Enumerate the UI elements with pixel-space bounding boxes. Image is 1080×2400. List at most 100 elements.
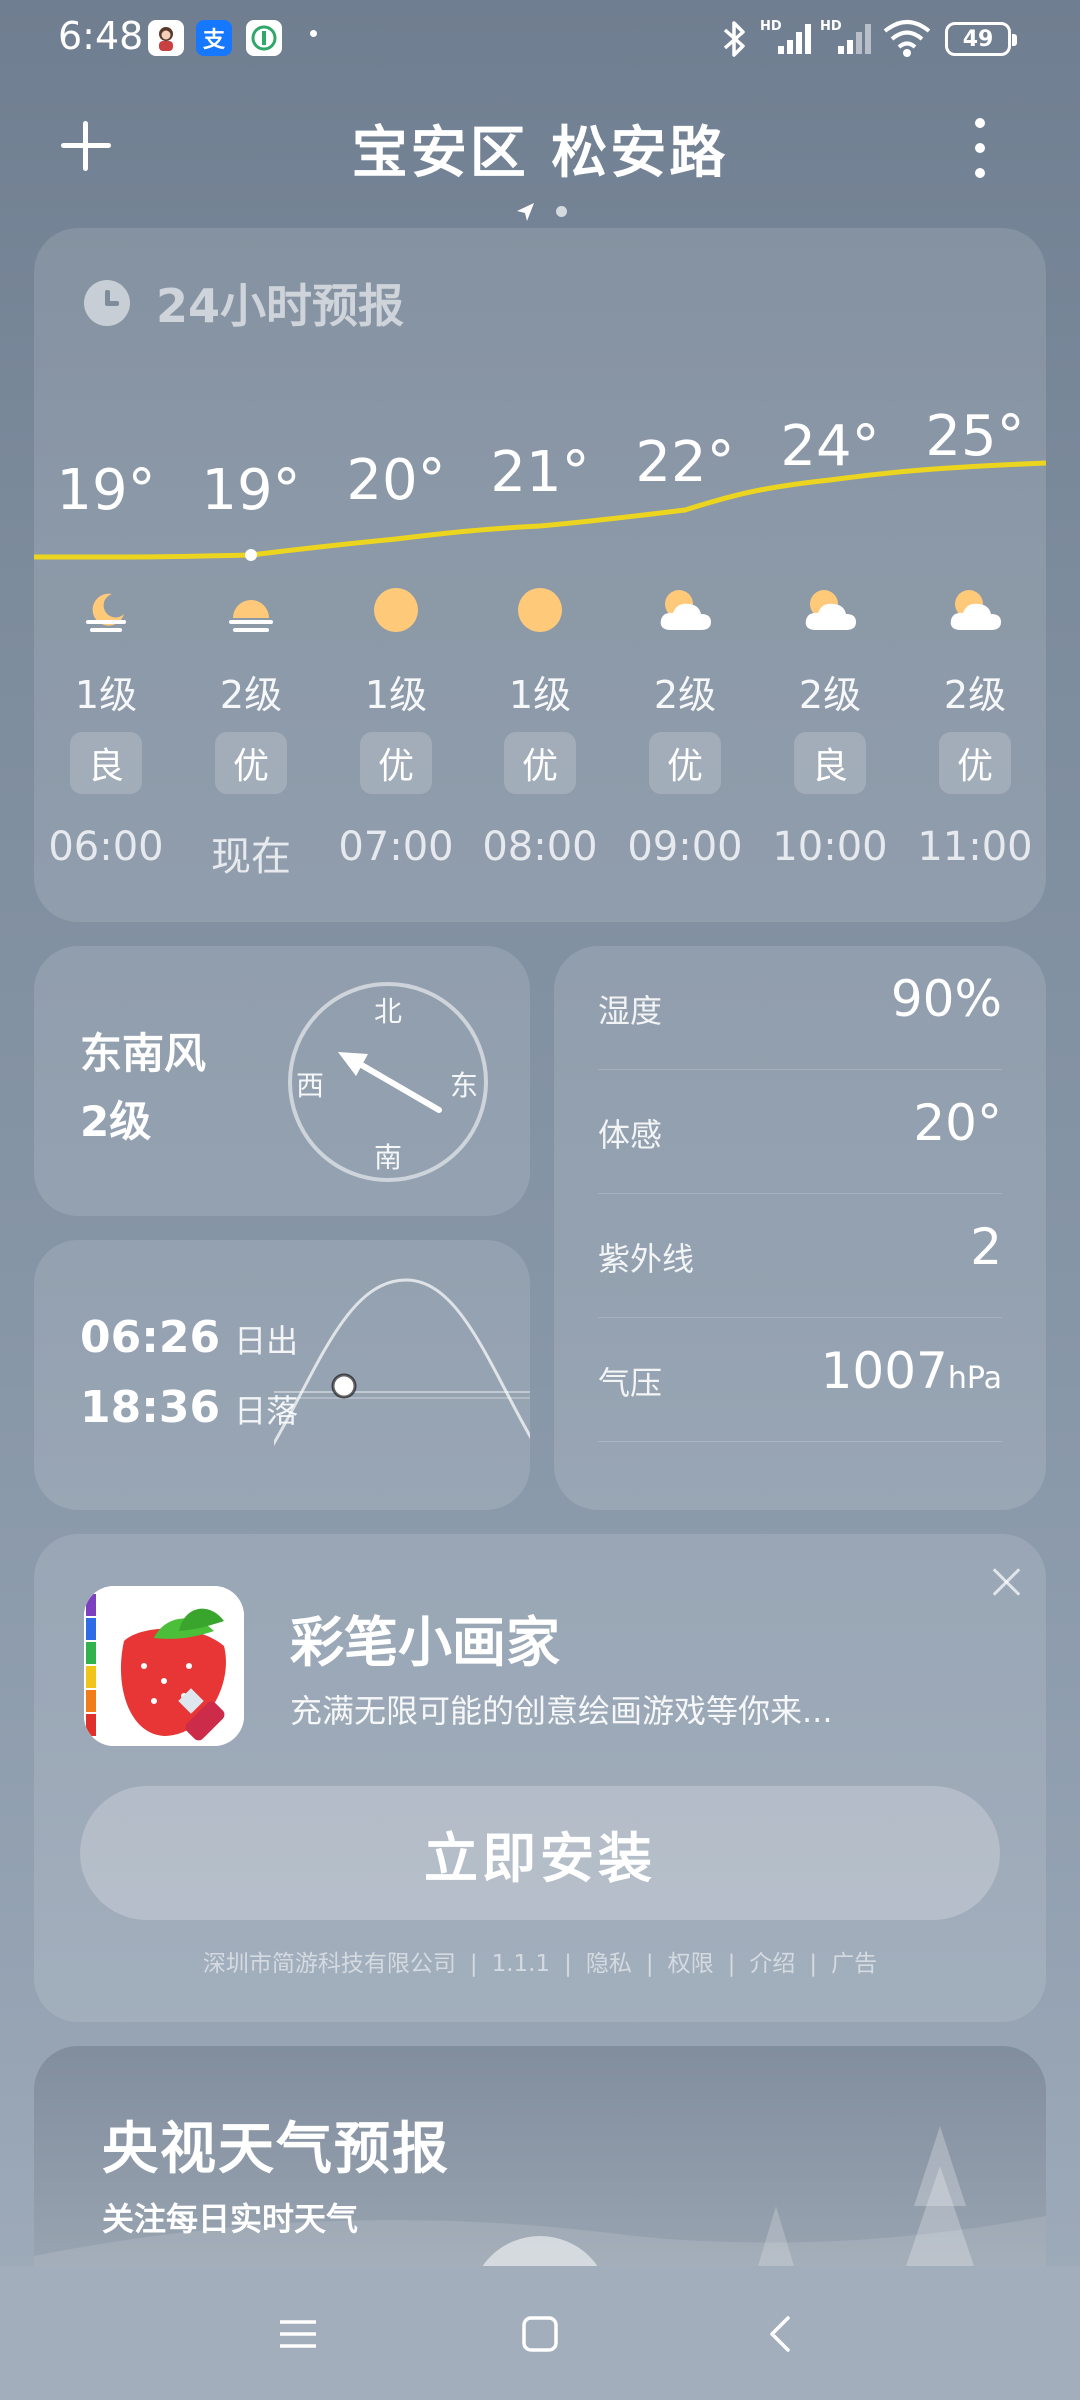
ad-card[interactable]: 彩笔小画家 充满无限可能的创意绘画游戏等你来... 立即安装 深圳市简游科技有限… xyxy=(34,1534,1046,2022)
hour-wind-level: 2级 xyxy=(653,673,717,717)
humidity-value: 90% xyxy=(890,970,1002,1028)
hour-temperature: 25° xyxy=(925,404,1025,469)
hour-aqi-badge: 优 xyxy=(649,732,721,794)
home-icon[interactable] xyxy=(510,2304,570,2364)
hour-temperature: 19° xyxy=(56,458,156,523)
hour-time-label: 08:00 xyxy=(482,824,598,870)
sun-arc xyxy=(274,1278,530,1447)
sunrise-time: 06:26 xyxy=(80,1312,221,1363)
partly-cloudy-icon xyxy=(655,580,715,640)
ad-footer: 深圳市简游科技有限公司 | 1.1.1 | 隐私 | 权限 | 介绍 | 广告 xyxy=(202,1951,878,1977)
feels-like-row: 体感 20° xyxy=(598,1070,1002,1194)
wind-card[interactable]: 东南风 2级 北 南 西 东 xyxy=(34,946,530,1216)
menu-icon[interactable] xyxy=(268,2304,328,2364)
hour-temperature: 22° xyxy=(635,430,735,495)
uv-value: 2 xyxy=(970,1218,1002,1276)
page-indicator xyxy=(514,200,574,224)
location-arrow-icon xyxy=(517,203,534,221)
wifi-icon xyxy=(883,20,931,57)
hour-temperature: 20° xyxy=(346,448,446,513)
hour-wind-level: 1级 xyxy=(74,673,138,717)
feels-like-label: 体感 xyxy=(598,1116,663,1154)
weather-details-card[interactable]: 湿度 90% 体感 20° 紫外线 2 气压 1007hPa xyxy=(554,946,1046,1510)
hour-aqi-badge: 良 xyxy=(70,732,142,794)
sun-icon xyxy=(366,580,426,640)
hour-temperature: 21° xyxy=(490,440,590,505)
hour-temperature: 19° xyxy=(201,458,301,523)
sun-position-icon xyxy=(331,1373,357,1399)
ad-privacy-link[interactable]: 隐私 xyxy=(586,1951,632,1977)
pressure-value: 1007hPa xyxy=(821,1342,1002,1400)
sunset-time: 18:36 xyxy=(80,1382,221,1433)
back-icon[interactable] xyxy=(752,2304,812,2364)
status-time: 6:48 xyxy=(58,14,144,58)
ad-company: 深圳市简游科技有限公司 xyxy=(202,1951,456,1977)
app-icon xyxy=(246,20,282,56)
compass-east: 东 xyxy=(450,1069,479,1102)
uv-row: 紫外线 2 xyxy=(598,1194,1002,1318)
hour-wind-level: 2级 xyxy=(943,673,1007,717)
compass-west: 西 xyxy=(296,1069,325,1102)
hd-signal-icon: HD xyxy=(820,19,871,54)
hour-aqi-badge: 优 xyxy=(215,732,287,794)
ad-description: 充满无限可能的创意绘画游戏等你来... xyxy=(290,1692,833,1730)
humidity-row: 湿度 90% xyxy=(598,946,1002,1070)
more-options-button[interactable] xyxy=(960,118,1000,178)
svg-text:HD: HD xyxy=(760,19,782,34)
hour-time-label: 06:00 xyxy=(48,824,164,870)
cctv-title: 央视天气预报 xyxy=(102,2117,450,2182)
ad-title: 彩笔小画家 xyxy=(290,1611,560,1674)
svg-text:HD: HD xyxy=(820,19,842,34)
sunrise-icon xyxy=(221,580,281,640)
wind-level: 2级 xyxy=(80,1097,152,1146)
hour-time-label: 11:00 xyxy=(917,824,1033,870)
hour-wind-level: 1级 xyxy=(364,673,428,717)
hour-temperature: 24° xyxy=(780,414,880,479)
temperature-curve xyxy=(34,460,1046,561)
partly-cloudy-icon xyxy=(800,580,860,640)
compass-north: 北 xyxy=(374,995,403,1028)
sunrise-sunset-card[interactable]: 06:26 日出 18:36 日落 xyxy=(34,1240,530,1510)
cctv-subtitle: 关注每日实时天气 xyxy=(102,2200,359,2238)
cctv-weather-card[interactable]: 央视天气预报 关注每日实时天气 xyxy=(34,2046,1046,2266)
wind-compass: 北 南 西 东 xyxy=(286,980,490,1184)
hour-time-label: 10:00 xyxy=(772,824,888,870)
hour-time-label: 07:00 xyxy=(338,824,454,870)
hour-aqi-badge: 优 xyxy=(360,732,432,794)
app-logo[interactable] xyxy=(84,1586,244,1746)
install-button[interactable]: 立即安装 xyxy=(80,1786,1000,1920)
location-title: 宝安区 松安路 xyxy=(351,121,729,186)
hd-signal-icon: HD xyxy=(760,19,811,54)
ad-tag: 广告 xyxy=(831,1951,878,1977)
feels-like-value: 20° xyxy=(913,1094,1002,1152)
bluetooth-icon xyxy=(723,21,745,57)
compass-south: 南 xyxy=(374,1141,403,1174)
hour-aqi-badge: 良 xyxy=(794,732,866,794)
navigation-bar xyxy=(0,2266,1080,2400)
hour-time-label: 09:00 xyxy=(627,824,743,870)
sun-icon xyxy=(510,580,570,640)
ad-permissions-link[interactable]: 权限 xyxy=(668,1951,714,1977)
ad-version: 1.1.1 xyxy=(491,1951,551,1977)
hour-wind-level: 2级 xyxy=(798,673,862,717)
hour-aqi-badge: 优 xyxy=(939,732,1011,794)
hour-wind-level: 1级 xyxy=(508,673,572,717)
pressure-number: 1007 xyxy=(820,1342,948,1400)
partly-cloudy-icon xyxy=(945,580,1005,640)
ad-intro-link[interactable]: 介绍 xyxy=(749,1951,795,1977)
hour-wind-level: 2级 xyxy=(219,673,283,717)
uv-label: 紫外线 xyxy=(598,1240,695,1278)
battery-icon: 49 xyxy=(945,22,1017,56)
hour-time-label: 现在 xyxy=(211,834,291,880)
wind-direction: 东南风 xyxy=(80,1029,207,1078)
pressure-row: 气压 1007hPa xyxy=(598,1318,1002,1442)
hourly-forecast-card[interactable]: 24小时预报 19° 1级良 06:00 19° 2级优现在 20° 1级优 07:00 21°… xyxy=(34,228,1046,922)
status-bar: 6:48 支 HD HD 49 xyxy=(0,0,1080,80)
hour-aqi-badge: 优 xyxy=(504,732,576,794)
humidity-label: 湿度 xyxy=(598,992,663,1030)
pressure-label: 气压 xyxy=(598,1364,663,1402)
close-icon[interactable] xyxy=(986,1562,1026,1602)
avatar-icon xyxy=(148,20,184,56)
alipay-icon: 支 xyxy=(196,20,232,56)
notification-dot xyxy=(310,30,317,37)
